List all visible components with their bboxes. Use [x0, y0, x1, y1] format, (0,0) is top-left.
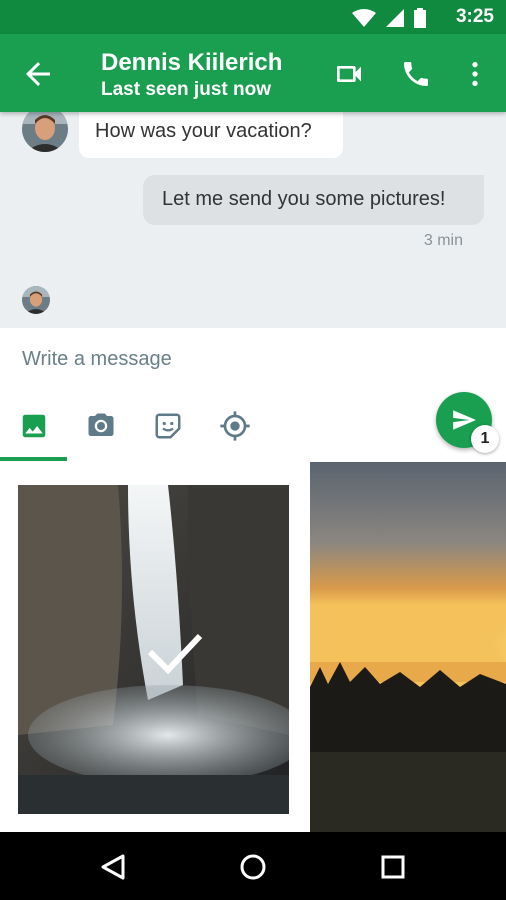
last-seen-status: Last seen just now [101, 79, 271, 100]
system-nav-bar [0, 832, 506, 900]
outgoing-message[interactable]: Let me send you some pictures! [143, 175, 484, 225]
selected-tab-indicator [0, 457, 67, 461]
nav-home-button[interactable] [236, 850, 270, 884]
nav-back-button[interactable] [96, 850, 130, 884]
status-bar: 3:25 [0, 0, 506, 34]
read-receipt-avatar [22, 286, 50, 314]
message-timestamp: 3 min [423, 232, 463, 249]
conversation-header: Dennis Kiilerich Last seen just now [0, 34, 506, 112]
camera-icon [88, 413, 114, 436]
tab-gallery[interactable] [18, 410, 50, 442]
compose-panel [0, 328, 506, 462]
contact-avatar[interactable] [22, 112, 68, 152]
back-button[interactable] [20, 56, 56, 92]
message-input[interactable] [22, 348, 402, 371]
tab-location[interactable] [219, 410, 251, 442]
video-call-button[interactable] [331, 56, 367, 92]
selected-count-badge: 1 [471, 425, 499, 453]
wifi-icon [352, 9, 376, 32]
message-text: How was your vacation? [95, 120, 312, 142]
contact-name[interactable]: Dennis Kiilerich [101, 49, 282, 77]
recents-nav-icon [381, 855, 405, 879]
battery-icon [414, 8, 426, 33]
arrow-back-icon [26, 62, 50, 86]
message-text: Let me send you some pictures! [162, 188, 446, 210]
location-icon [220, 411, 250, 441]
video-call-icon [337, 66, 361, 82]
voice-call-button[interactable] [398, 56, 434, 92]
signal-icon [386, 9, 404, 32]
nav-recents-button[interactable] [376, 850, 410, 884]
photo-sunset[interactable] [310, 462, 506, 832]
sticker-icon [155, 413, 181, 439]
photo-gallery[interactable] [0, 462, 506, 832]
selected-check-icon [144, 630, 204, 680]
tab-stickers[interactable] [152, 410, 184, 442]
photo-waterfall[interactable] [18, 485, 289, 814]
back-nav-icon [101, 854, 125, 880]
overflow-menu-button[interactable] [457, 56, 493, 92]
home-nav-icon [240, 854, 266, 880]
phone-icon [404, 62, 428, 86]
message-list[interactable]: How was your vacation? Let me send you s… [0, 112, 506, 328]
more-vert-icon [472, 62, 478, 86]
tab-camera[interactable] [85, 410, 117, 442]
gallery-icon [22, 414, 46, 438]
clock: 3:25 [455, 6, 494, 27]
incoming-message[interactable]: How was your vacation? [79, 112, 343, 158]
send-icon [453, 410, 476, 430]
